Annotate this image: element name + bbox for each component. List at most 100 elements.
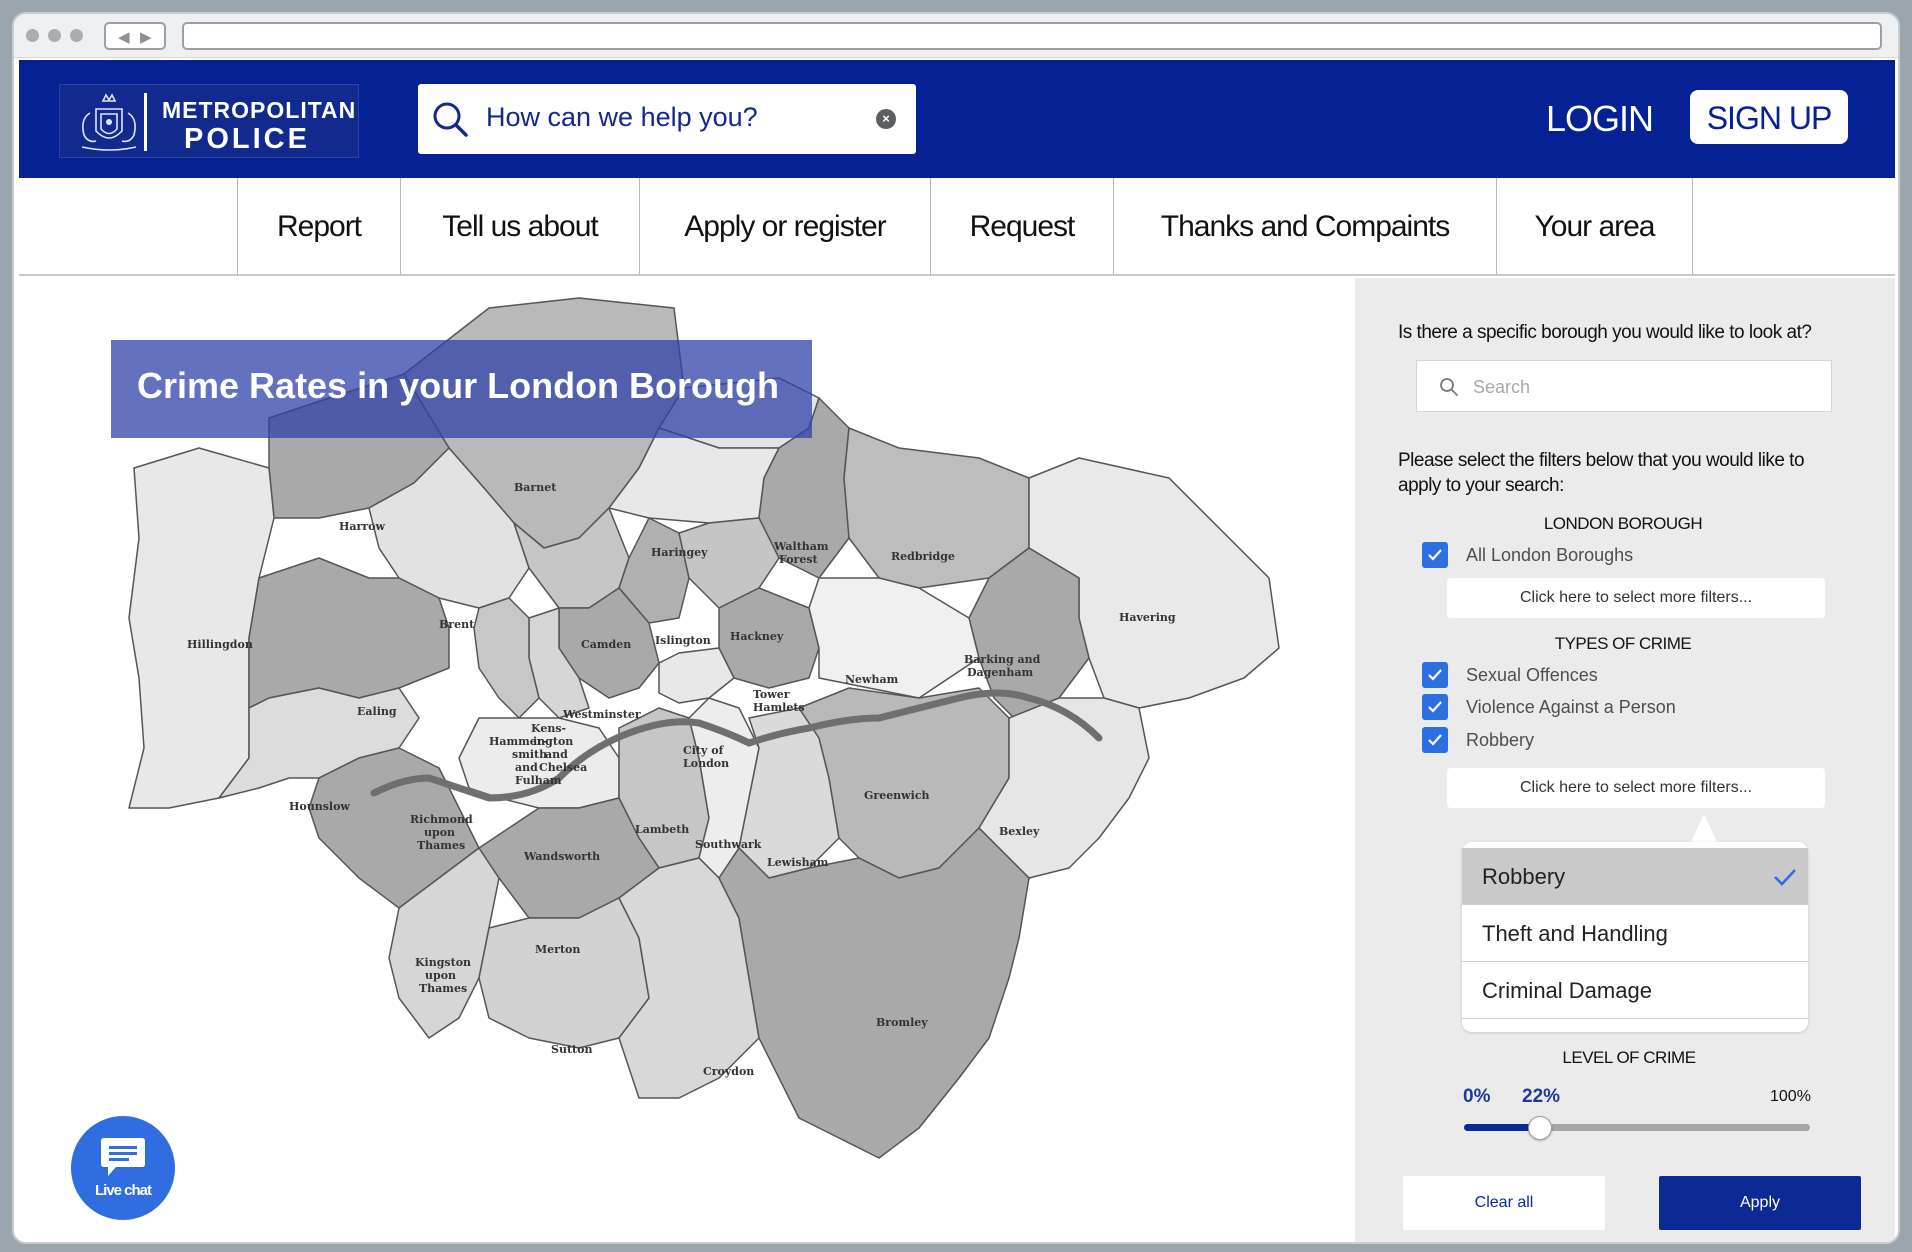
site-search-input[interactable]: How can we help you? ×	[418, 84, 916, 154]
window-close-dot[interactable]	[26, 29, 39, 42]
label-richmond-3: Thames	[417, 839, 465, 852]
map-area: Barnet Harrow Haringey Waltham Forest Re…	[19, 278, 1349, 1242]
nav-item-request[interactable]: Request	[930, 178, 1113, 274]
label-southwark: Southwark	[695, 838, 762, 851]
nav-item-thanks-and-complaints[interactable]: Thanks and Compaints	[1113, 178, 1496, 274]
checkbox-label: Sexual Offences	[1466, 665, 1598, 685]
dropdown-item-label: Criminal Damage	[1482, 978, 1652, 1003]
level-value-label: 22%	[1522, 1086, 1561, 1107]
clear-all-button[interactable]: Clear all	[1403, 1176, 1605, 1230]
dropdown-item-theft-and-handling[interactable]: Theft and Handling	[1462, 905, 1808, 962]
filter-panel: Is there a specific borough you would li…	[1355, 278, 1895, 1242]
level-max-label: 100%	[1770, 1088, 1811, 1105]
dropdown-caret	[1690, 814, 1718, 844]
label-westminster: Westminster	[562, 708, 641, 721]
label-wandsworth: Wandsworth	[523, 850, 600, 863]
site-search-text[interactable]: How can we help you?	[486, 102, 758, 133]
checkbox-label: Robbery	[1466, 730, 1535, 750]
checkbox-checked[interactable]	[1422, 694, 1448, 720]
search-icon[interactable]	[430, 99, 470, 139]
address-bar[interactable]	[182, 22, 1882, 50]
signup-button[interactable]: SIGN UP	[1690, 90, 1848, 144]
borough-redbridge	[843, 427, 1030, 589]
nav-item-apply-or-register[interactable]: Apply or register	[639, 178, 930, 274]
label-camden: Camden	[581, 638, 631, 651]
borough-city-of-london	[658, 647, 735, 704]
label-hackney: Hackney	[730, 630, 784, 643]
nav-item-report[interactable]: Report	[237, 178, 400, 274]
label-hammersmith-3: and	[515, 761, 538, 774]
label-tower-hamlets-2: Hamlets	[753, 701, 805, 714]
label-ealing: Ealing	[357, 705, 397, 718]
checkbox-label: Violence Against a Person	[1466, 697, 1676, 717]
browser-window: ◀ ▶ METROPOLITAN POLICE How can we help …	[12, 12, 1900, 1244]
browser-toolbar: ◀ ▶	[14, 14, 1898, 58]
map-title: Crime Rates in your London Borough	[137, 365, 780, 406]
label-havering: Havering	[1119, 611, 1176, 624]
forward-arrow-icon[interactable]: ▶	[140, 28, 152, 46]
search-icon	[1440, 378, 1458, 396]
label-redbridge: Redbridge	[891, 550, 955, 563]
label-richmond-2: upon	[424, 826, 455, 839]
label-merton: Merton	[535, 943, 580, 956]
apply-button[interactable]: Apply	[1659, 1176, 1861, 1230]
label-dagenham: Dagenham	[967, 666, 1033, 679]
label-kingston-2: upon	[425, 969, 456, 982]
dropdown-item-label: Theft and Handling	[1482, 921, 1668, 946]
label-islington: Islington	[655, 634, 711, 647]
label-brent: Brent	[439, 618, 475, 631]
label-lewisham: Lewisham	[767, 856, 829, 869]
login-link[interactable]: LOGIN	[1546, 98, 1654, 140]
logo-divider	[144, 93, 147, 151]
window-zoom-dot[interactable]	[70, 29, 83, 42]
window-minimize-dot[interactable]	[48, 29, 61, 42]
level-slider-thumb[interactable]	[1528, 1116, 1553, 1140]
checkbox-checked[interactable]	[1422, 727, 1448, 753]
borough-search-placeholder: Search	[1473, 377, 1531, 397]
checkbox-label: All London Boroughs	[1466, 545, 1634, 565]
clear-search-icon[interactable]: ×	[876, 109, 896, 129]
met-police-logo[interactable]: METROPOLITAN POLICE	[59, 84, 359, 158]
label-barking: Barking and	[964, 653, 1041, 666]
check-icon	[1428, 549, 1442, 561]
check-icon	[1428, 734, 1442, 746]
label-hammersmith: Hammer-	[489, 735, 547, 748]
more-crime-filters-button[interactable]: Click here to select more filters...	[1447, 768, 1825, 808]
main-navigation: Report Tell us about Apply or register R…	[19, 178, 1895, 276]
label-lambeth: Lambeth	[635, 823, 689, 836]
live-chat-label: Live chat	[94, 1182, 152, 1199]
map-title-banner: Crime Rates in your London Borough	[111, 340, 812, 438]
browser-nav-buttons[interactable]: ◀ ▶	[104, 22, 166, 50]
checkbox-checked[interactable]	[1422, 542, 1448, 568]
nav-item-your-area[interactable]: Your area	[1496, 178, 1693, 274]
back-arrow-icon[interactable]: ◀	[118, 28, 130, 46]
label-kingston: Kingston	[415, 956, 471, 969]
label-city: City of	[683, 744, 725, 757]
level-slider-track[interactable]	[1464, 1124, 1810, 1131]
borough-bromley	[718, 827, 1030, 1159]
checkbox-checked[interactable]	[1422, 662, 1448, 688]
borough-search-input[interactable]: Search	[1416, 360, 1832, 412]
label-city-2: London	[683, 757, 729, 770]
nav-item-tell-us-about[interactable]: Tell us about	[400, 178, 639, 274]
more-borough-filters-button[interactable]: Click here to select more filters...	[1447, 578, 1825, 618]
crime-type-dropdown[interactable]: Robbery Theft and Handling Criminal Dama…	[1462, 842, 1808, 1032]
checkmark-icon	[1774, 869, 1796, 886]
label-waltham-forest-2: Forest	[779, 553, 819, 566]
types-of-crime-heading: TYPES OF CRIME	[1554, 634, 1692, 653]
live-chat-button[interactable]: Live chat	[71, 1116, 175, 1220]
level-of-crime-heading: LEVEL OF CRIME	[1562, 1048, 1696, 1067]
label-waltham-forest: Waltham	[773, 540, 829, 553]
borough-question: Is there a specific borough you would li…	[1398, 322, 1812, 343]
dropdown-item-criminal-damage[interactable]: Criminal Damage	[1462, 962, 1808, 1019]
crest-icon	[81, 93, 137, 151]
label-hounslow: Hounslow	[289, 800, 350, 813]
site-header: METROPOLITAN POLICE How can we help you?…	[19, 60, 1895, 178]
label-barnet: Barnet	[514, 481, 557, 494]
label-richmond: Richmond	[410, 813, 473, 826]
chat-bubble-icon	[101, 1138, 145, 1176]
dropdown-item-label: Robbery	[1482, 864, 1566, 889]
label-kensington: Kens-	[531, 722, 566, 735]
label-harrow: Harrow	[339, 520, 385, 533]
dropdown-item-robbery[interactable]: Robbery	[1462, 848, 1808, 905]
